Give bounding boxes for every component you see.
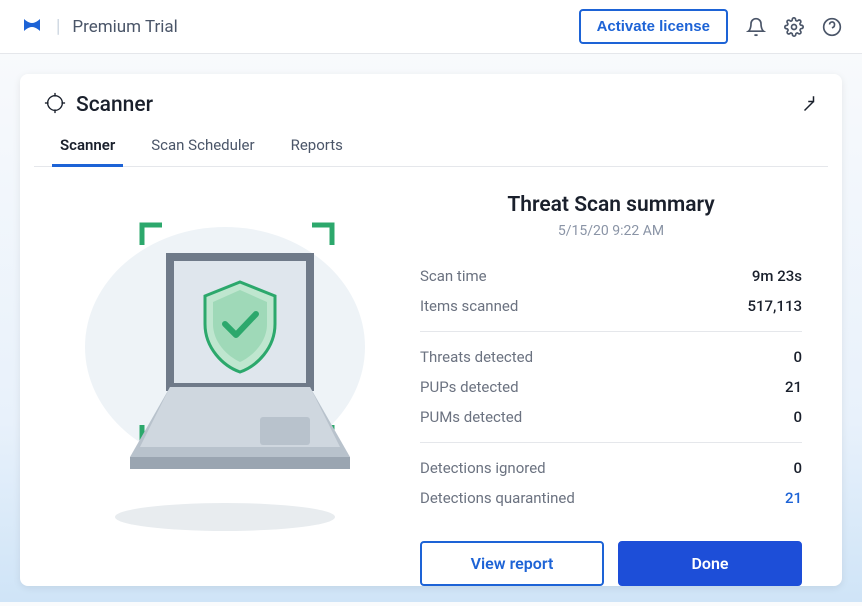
- label: Detections ignored: [420, 459, 546, 477]
- topbar: | Premium Trial Activate license: [0, 0, 862, 54]
- value: 0: [793, 408, 802, 426]
- divider: [420, 331, 802, 332]
- tabs: Scanner Scan Scheduler Reports: [34, 126, 828, 167]
- label: Threats detected: [420, 348, 533, 366]
- done-button[interactable]: Done: [618, 541, 802, 586]
- logo-divider: |: [56, 16, 60, 37]
- row-threats-detected: Threats detected 0: [420, 342, 802, 372]
- label: Detections quarantined: [420, 489, 575, 507]
- scanner-icon: [44, 92, 66, 118]
- row-items-scanned: Items scanned 517,113: [420, 291, 802, 321]
- tab-scanner[interactable]: Scanner: [58, 126, 117, 166]
- divider: [420, 442, 802, 443]
- row-pups-detected: PUPs detected 21: [420, 372, 802, 402]
- tab-reports[interactable]: Reports: [289, 126, 345, 166]
- label: PUPs detected: [420, 378, 519, 396]
- scan-summary: Threat Scan summary 5/15/20 9:22 AM Scan…: [420, 187, 802, 586]
- row-pums-detected: PUMs detected 0: [420, 402, 802, 432]
- value: 0: [793, 348, 802, 366]
- product-name: Premium Trial: [72, 17, 177, 37]
- gear-icon[interactable]: [784, 17, 804, 37]
- row-scan-time: Scan time 9m 23s: [420, 261, 802, 291]
- card-title: Scanner: [76, 93, 153, 117]
- view-report-button[interactable]: View report: [420, 541, 604, 586]
- logo-area: | Premium Trial: [20, 13, 178, 41]
- label: Items scanned: [420, 297, 518, 315]
- help-icon[interactable]: [822, 17, 842, 37]
- summary-actions: View report Done: [420, 541, 802, 586]
- label: Scan time: [420, 267, 487, 285]
- summary-timestamp: 5/15/20 9:22 AM: [420, 223, 802, 239]
- value: 0: [793, 459, 802, 477]
- collapse-icon[interactable]: [800, 94, 818, 116]
- content: Threat Scan summary 5/15/20 9:22 AM Scan…: [20, 167, 842, 606]
- value[interactable]: 21: [785, 489, 802, 507]
- value: 9m 23s: [752, 267, 802, 285]
- card-header: Scanner: [20, 74, 842, 126]
- label: PUMs detected: [420, 408, 522, 426]
- scanner-card: Scanner Scanner Scan Scheduler Reports: [20, 74, 842, 586]
- laptop-shield-illustration: [40, 187, 400, 547]
- summary-title: Threat Scan summary: [420, 193, 802, 217]
- topbar-right: Activate license: [579, 9, 842, 44]
- tab-scan-scheduler[interactable]: Scan Scheduler: [149, 126, 256, 166]
- row-detections-ignored: Detections ignored 0: [420, 453, 802, 483]
- activate-license-button[interactable]: Activate license: [579, 9, 728, 44]
- bell-icon[interactable]: [746, 17, 766, 37]
- row-detections-quarantined: Detections quarantined 21: [420, 483, 802, 513]
- malwarebytes-logo-icon: [20, 13, 44, 41]
- value: 517,113: [747, 297, 802, 315]
- value: 21: [785, 378, 802, 396]
